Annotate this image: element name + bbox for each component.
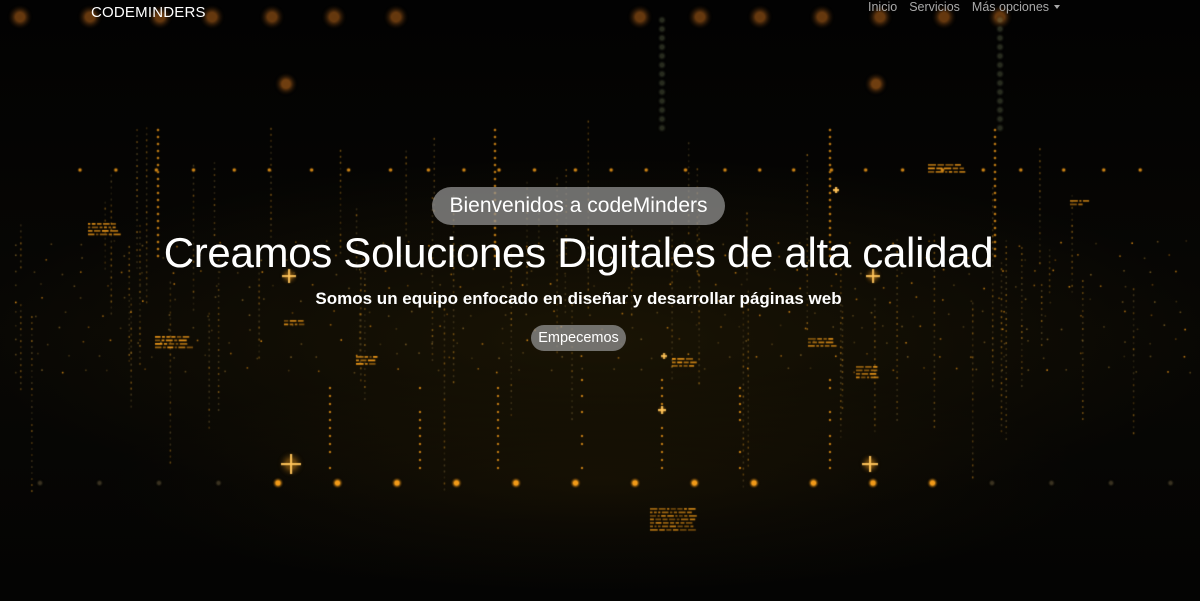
nav-link-inicio[interactable]: Inicio — [868, 0, 897, 14]
nav-link-servicios[interactable]: Servicios — [909, 0, 960, 14]
nav-links: Inicio Servicios Más opciones — [868, 0, 1061, 14]
caret-down-icon — [1054, 5, 1061, 9]
welcome-badge: Bienvenidos a codeMinders — [432, 187, 725, 225]
brand-logo[interactable]: CODEMINDERS — [91, 4, 206, 21]
nav-dropdown-mas-opciones[interactable]: Más opciones — [971, 0, 1061, 14]
hero-headline: Creamos Soluciones Digitales de alta cal… — [163, 229, 994, 276]
hero-section: CODEMINDERS Inicio Servicios Más opcione… — [0, 0, 1200, 601]
nav-dropdown-label: Más opciones — [971, 0, 1050, 14]
get-started-button[interactable]: Empecemos — [531, 325, 626, 351]
navbar: CODEMINDERS Inicio Servicios Más opcione… — [0, 0, 1200, 21]
hero-subtitle: Somos un equipo enfocado en diseñar y de… — [315, 289, 842, 308]
